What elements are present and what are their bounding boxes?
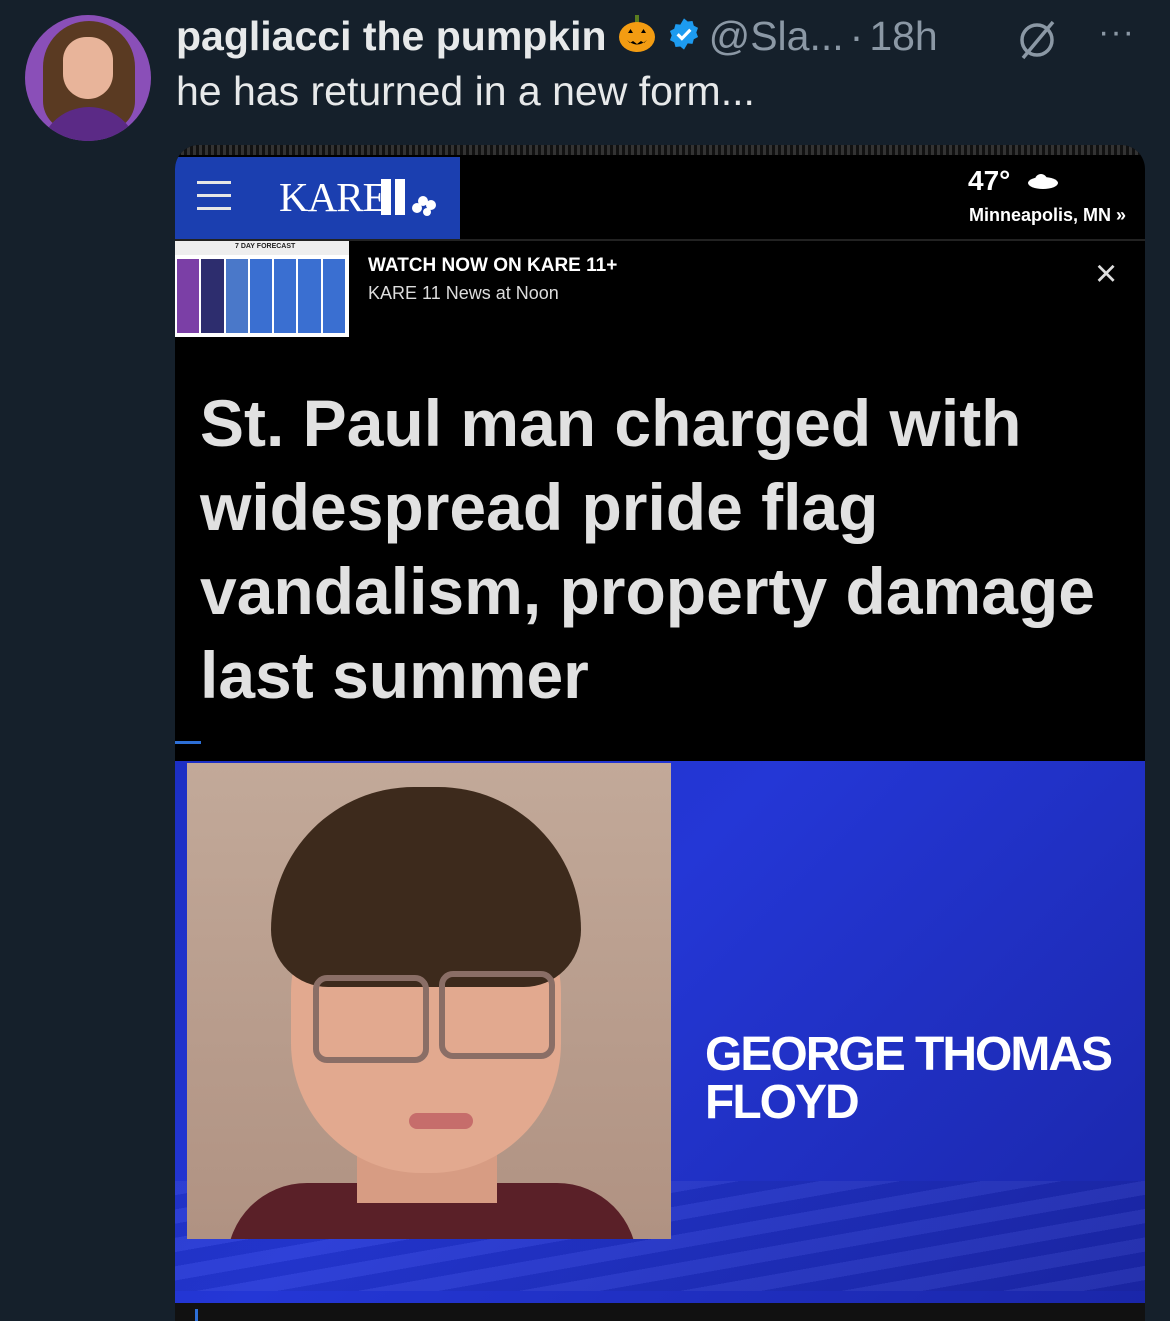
kare-logo-bar[interactable]: KARE	[175, 157, 460, 239]
close-icon[interactable]: ×	[1095, 253, 1117, 296]
weather-temperature: 47°	[968, 165, 1011, 196]
more-options-icon[interactable]: ···	[1098, 15, 1135, 49]
news-headline: St. Paul man charged with widespread pri…	[200, 386, 1095, 712]
user-handle[interactable]: @Sla...	[709, 13, 844, 60]
cloud-icon	[1028, 174, 1058, 189]
forecast-cells	[177, 259, 345, 333]
watch-now-label[interactable]: WATCH NOW ON KARE 11+	[368, 255, 617, 277]
forecast-cell	[201, 259, 224, 333]
video-thumbnail[interactable]: 7 DAY FORECAST	[175, 241, 349, 337]
headline-accent	[175, 741, 201, 744]
suspect-name: GEORGE THOMAS FLOYD	[705, 1028, 1113, 1129]
news-video-frame[interactable]: GEORGE THOMAS FLOYD	[175, 761, 1145, 1321]
avatar-face	[63, 37, 113, 99]
forecast-cell	[322, 259, 345, 333]
station-name: KARE	[279, 174, 388, 220]
program-name: KARE 11 News at Noon	[368, 283, 559, 303]
browser-strip	[175, 145, 1145, 155]
progress-marker	[195, 1309, 198, 1321]
video-progress-strip[interactable]	[175, 1303, 1145, 1321]
weather-location[interactable]: Minneapolis, MN »	[969, 205, 1126, 226]
author-avatar[interactable]	[25, 15, 151, 141]
timestamp[interactable]: 18h	[869, 13, 937, 60]
forecast-cell	[274, 259, 297, 333]
pumpkin-emoji-icon	[617, 14, 657, 59]
forecast-cell	[177, 259, 200, 333]
mugshot-photo	[187, 763, 671, 1239]
display-name[interactable]: pagliacci the pumpkin	[176, 13, 607, 60]
verified-badge-icon	[667, 17, 701, 56]
forecast-cell	[249, 259, 273, 333]
grok-icon[interactable]	[1015, 18, 1059, 67]
tweet-header: pagliacci the pumpkin @Sla... · 18h	[176, 8, 938, 64]
tweet-media-screenshot[interactable]: KARE 47° Minneapolis, MN » 7 DAY FORECAS…	[175, 145, 1145, 1321]
separator-dot: ·	[849, 12, 864, 59]
tweet-text: he has returned in a new form...	[176, 68, 755, 114]
kare-11-logo-icon	[381, 179, 436, 216]
thumbnail-title: 7 DAY FORECAST	[235, 243, 296, 250]
forecast-cell	[225, 259, 248, 333]
forecast-cell	[298, 259, 321, 333]
hamburger-menu-icon	[197, 181, 231, 220]
